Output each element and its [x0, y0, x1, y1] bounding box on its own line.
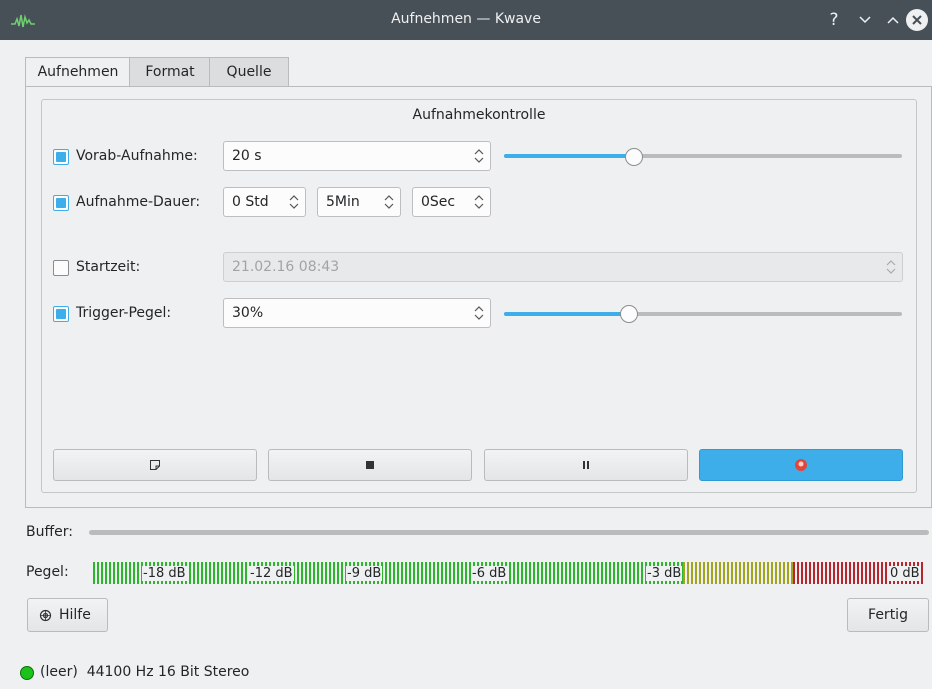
new-document-icon	[150, 460, 160, 470]
duration-seconds-value: 0Sec	[421, 194, 456, 210]
close-icon[interactable]	[906, 9, 928, 31]
trigger-checkbox[interactable]	[53, 306, 69, 322]
stop-button[interactable]	[268, 449, 472, 481]
pause-icon	[583, 461, 589, 469]
trigger-label: Trigger-Pegel:	[76, 305, 172, 321]
done-button-label: Fertig	[868, 607, 908, 623]
meter-tick-label: -6 dB	[471, 566, 508, 581]
prerecord-value: 20 s	[232, 148, 262, 164]
level-meter	[93, 562, 925, 584]
meter-tick-label: -3 dB	[646, 566, 683, 581]
prerecord-slider-fill	[504, 154, 630, 158]
prerecord-checkbox[interactable]	[53, 149, 69, 165]
duration-minutes-value: 5Min	[326, 194, 360, 210]
trigger-spinbox[interactable]: 30%	[223, 298, 491, 328]
spin-arrows-icon[interactable]	[474, 147, 484, 165]
trigger-slider-handle[interactable]	[620, 305, 638, 323]
stop-icon	[366, 461, 374, 469]
duration-checkbox[interactable]	[53, 195, 69, 211]
record-icon	[795, 459, 807, 471]
start-time-label: Startzeit:	[76, 259, 141, 275]
done-button[interactable]: Fertig	[847, 598, 929, 632]
help-button-label: Hilfe	[59, 607, 91, 623]
trigger-slider-fill	[504, 312, 625, 316]
tab-quelle[interactable]: Quelle	[209, 57, 289, 87]
help-icon	[39, 609, 52, 622]
prerecord-slider-handle[interactable]	[625, 148, 643, 166]
meter-tick-label: 0 dB	[889, 566, 921, 581]
status-text: (leer) 44100 Hz 16 Bit Stereo	[40, 664, 250, 680]
group-title: Aufnahmekontrolle	[412, 107, 546, 123]
status-led-icon	[20, 666, 34, 680]
spin-arrows-icon[interactable]	[474, 193, 484, 211]
start-time-value: 21.02.16 08:43	[232, 259, 340, 275]
new-button[interactable]	[53, 449, 257, 481]
title-bar: Aufnehmen — Kwave ?	[0, 0, 932, 40]
duration-hours-spinbox[interactable]: 0 Std	[223, 187, 306, 217]
record-button[interactable]	[699, 449, 903, 481]
pause-button[interactable]	[484, 449, 688, 481]
prerecord-label: Vorab-Aufnahme:	[76, 148, 198, 164]
start-time-field: 21.02.16 08:43	[223, 252, 903, 282]
window-title: Aufnehmen — Kwave	[391, 11, 541, 27]
maximize-icon[interactable]	[883, 9, 903, 31]
meter-tick-label: -18 dB	[142, 566, 187, 581]
duration-seconds-spinbox[interactable]: 0Sec	[412, 187, 491, 217]
spin-arrows-icon[interactable]	[289, 193, 299, 211]
minimize-icon[interactable]	[855, 9, 875, 31]
help-icon[interactable]: ?	[826, 9, 842, 31]
tab-aufnehmen[interactable]: Aufnehmen	[25, 57, 131, 87]
spin-arrows-icon	[886, 260, 896, 274]
help-button[interactable]: Hilfe	[27, 598, 108, 632]
meter-tick-label: -12 dB	[249, 566, 294, 581]
level-label: Pegel:	[26, 564, 69, 580]
tab-format[interactable]: Format	[129, 57, 211, 87]
start-time-checkbox[interactable]	[53, 260, 69, 276]
spin-arrows-icon[interactable]	[474, 304, 484, 322]
duration-label: Aufnahme-Dauer:	[76, 194, 201, 210]
trigger-value: 30%	[232, 305, 264, 321]
duration-hours-value: 0 Std	[232, 194, 269, 210]
spin-arrows-icon[interactable]	[384, 193, 394, 211]
buffer-progress	[89, 530, 929, 535]
prerecord-spinbox[interactable]: 20 s	[223, 141, 491, 171]
meter-yellow-segment	[683, 562, 793, 584]
meter-tick-label: -9 dB	[346, 566, 383, 581]
buffer-label: Buffer:	[26, 524, 73, 540]
duration-minutes-spinbox[interactable]: 5Min	[317, 187, 401, 217]
